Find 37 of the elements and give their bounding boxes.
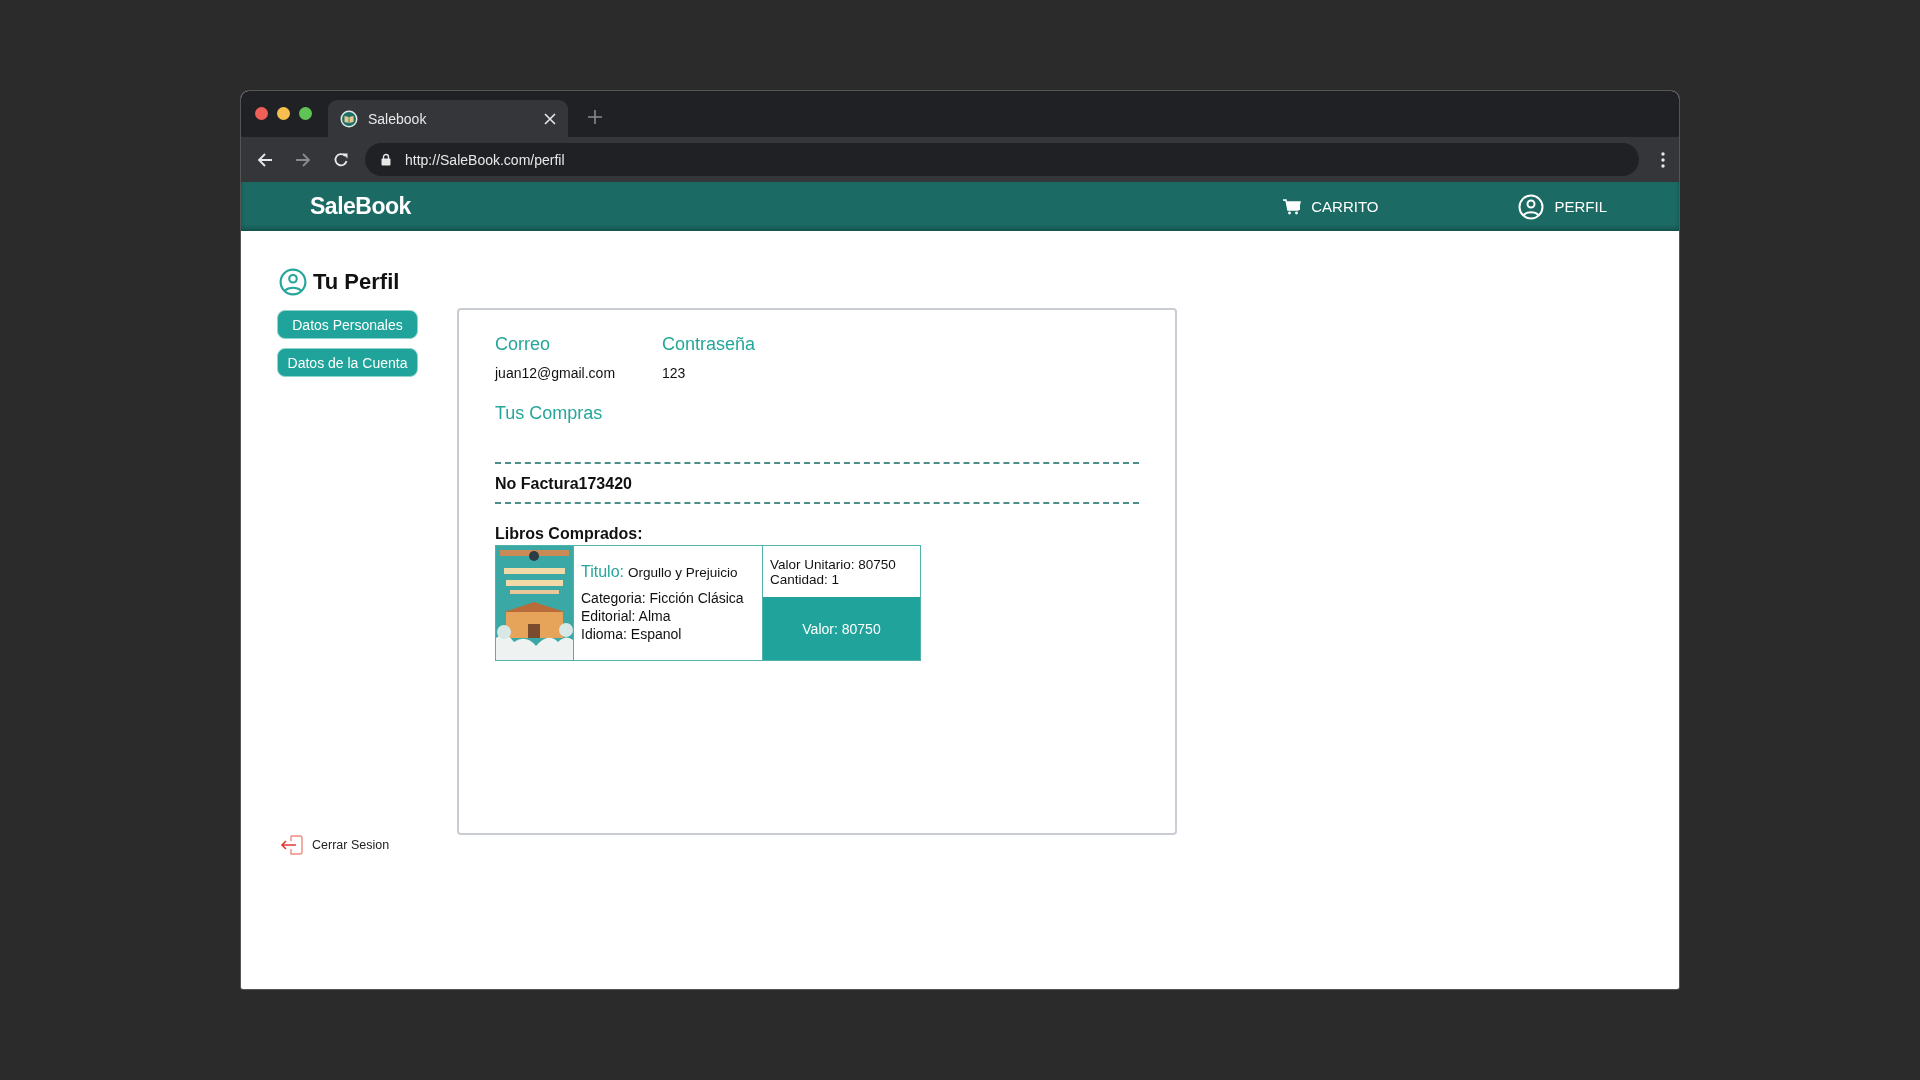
reload-icon[interactable] [333, 151, 349, 168]
book-detail: Editorial: Alma [581, 607, 672, 625]
book-icon [340, 109, 358, 128]
books-heading: Libros Comprados: [495, 525, 643, 543]
plus-icon[interactable] [588, 110, 602, 124]
unit-price: Valor Unitario: 80750 [770, 556, 897, 572]
section-title: Tus Compras [495, 403, 603, 424]
nav-link[interactable]: CARRITO [1283, 198, 1379, 215]
minimize-window-button[interactable] [277, 106, 290, 120]
browser-tab[interactable]: Salebook [328, 100, 568, 137]
close-window-button[interactable] [255, 106, 268, 120]
user-circle-icon [279, 268, 307, 296]
close-icon[interactable] [544, 112, 556, 125]
lock-icon [381, 153, 391, 166]
field-value: 123 [662, 365, 687, 381]
page-title: Tu Perfil [313, 269, 400, 295]
brand-logo[interactable]: SaleBook [310, 193, 411, 220]
book-title: Orgullo y Prejuicio [628, 564, 738, 582]
nav-link[interactable]: PERFIL [1518, 193, 1607, 220]
forward-arrow-icon[interactable] [295, 151, 311, 168]
logout-icon [280, 835, 304, 855]
maximize-window-button[interactable] [299, 106, 312, 120]
back-arrow-icon[interactable] [257, 151, 273, 168]
logout-link[interactable]: Cerrar Sesion [280, 835, 390, 855]
quantity: Cantidad: 1 [770, 571, 841, 587]
field-label: Correo [495, 334, 552, 355]
more-options-icon[interactable] [1661, 151, 1665, 168]
book-detail: Idioma: Espanol [581, 625, 683, 643]
book-detail: Categoria: Ficción Clásica [581, 589, 745, 607]
invoice-number: No Factura173420 [495, 462, 1139, 504]
address-field[interactable]: http://SaleBook.com/perfil [365, 143, 1639, 176]
field-label: Contraseña [662, 334, 756, 355]
cart-icon [1283, 198, 1302, 215]
title-label: Titulo: [581, 563, 624, 581]
total-price: Valor: 80750 [763, 597, 920, 660]
user-circle-icon [1518, 193, 1545, 220]
field-value: juan12@gmail.com [495, 365, 617, 381]
